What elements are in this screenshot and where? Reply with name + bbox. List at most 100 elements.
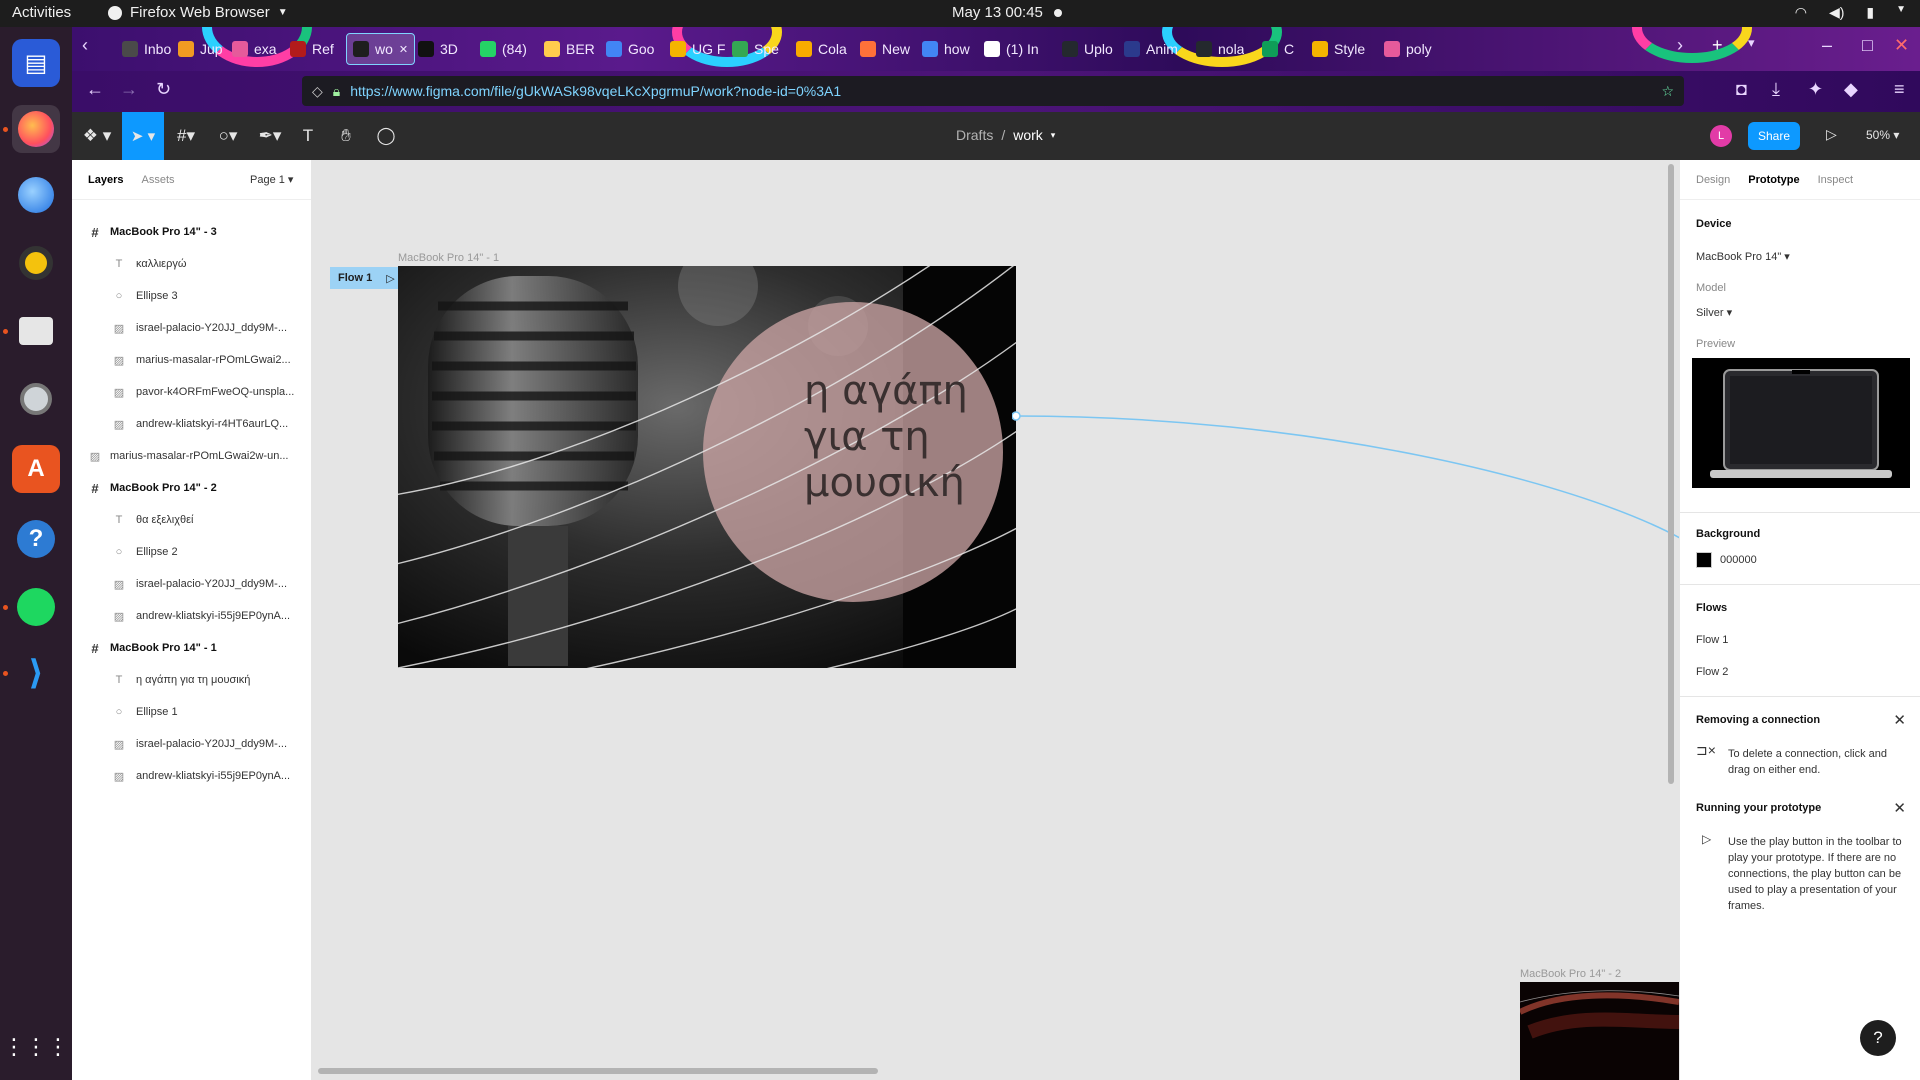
layer-item[interactable]: ○ Ellipse 1: [72, 696, 312, 728]
prototype-connection[interactable]: [1012, 410, 1679, 550]
tab-item[interactable]: UG F: [670, 33, 725, 65]
background-swatch[interactable]: [1696, 552, 1712, 568]
tab-item[interactable]: 3D: [418, 33, 458, 65]
frame-label[interactable]: MacBook Pro 14" - 2: [1520, 968, 1621, 980]
show-apps-icon[interactable]: ⋮⋮⋮: [3, 1023, 69, 1071]
tab-item[interactable]: Jup: [178, 33, 223, 65]
layer-item[interactable]: ▨ pavor-k4ORFmFweOQ-unspla...: [72, 376, 312, 408]
tab-item[interactable]: (84): [480, 33, 527, 65]
play-icon[interactable]: ▷: [386, 272, 394, 285]
device-dropdown[interactable]: MacBook Pro 14" ▾: [1696, 250, 1790, 263]
layer-item[interactable]: Tη αγάπη για τη μουσική: [72, 664, 312, 696]
tab-inspect[interactable]: Inspect: [1818, 174, 1853, 186]
app-menu[interactable]: Firefox Web Browser ▼: [108, 4, 288, 21]
tabs-scroll-right-icon[interactable]: ›: [1677, 35, 1683, 56]
help-icon[interactable]: ?: [12, 515, 60, 563]
forward-icon[interactable]: →: [120, 79, 138, 100]
layer-item[interactable]: ▨ israel-palacio-Y20JJ_ddy9M-...: [72, 728, 312, 760]
avatar[interactable]: L: [1710, 125, 1732, 147]
shield-icon[interactable]: ◇: [312, 83, 323, 100]
comment-tool-button[interactable]: ◯: [368, 112, 404, 160]
layer-item[interactable]: ○ Ellipse 2: [72, 536, 312, 568]
url-text[interactable]: https://www.figma.com/file/gUkWASk98vqeL…: [350, 83, 841, 99]
layer-item[interactable]: ▨ marius-masalar-rPOmLGwai2...: [72, 344, 312, 376]
clock[interactable]: May 13 00:45: [952, 4, 1043, 21]
zoom-dropdown[interactable]: 50% ▾: [1866, 128, 1899, 142]
hand-tool-button[interactable]: ✋︎: [328, 112, 364, 160]
close-window-icon[interactable]: ✕: [1894, 35, 1909, 56]
lock-icon[interactable]: 🔒︎: [333, 83, 340, 100]
horizontal-scrollbar[interactable]: [318, 1068, 878, 1074]
close-tab-icon[interactable]: ✕: [399, 43, 408, 56]
frame-macbook-2[interactable]: [1520, 982, 1679, 1080]
menu-icon[interactable]: ≡: [1894, 79, 1905, 100]
share-button[interactable]: Share: [1748, 122, 1800, 150]
files-icon[interactable]: [12, 307, 60, 355]
page-selector[interactable]: Page 1 ▾: [250, 173, 293, 186]
rhythmbox-icon[interactable]: [12, 239, 60, 287]
tab-item[interactable]: Anim: [1124, 33, 1178, 65]
tab-item[interactable]: Ref: [290, 33, 334, 65]
tab-prototype[interactable]: Prototype: [1748, 174, 1799, 186]
tabs-scroll-left-icon[interactable]: ‹: [82, 35, 88, 56]
activities-button[interactable]: Activities: [12, 4, 71, 21]
spotify-icon[interactable]: [12, 583, 60, 631]
tab-layers[interactable]: Layers: [88, 174, 123, 186]
layer-item[interactable]: ▨ andrew-kliatskyi-r4HT6aurLQ...: [72, 408, 312, 440]
figma-menu-button[interactable]: ❖ ▾: [72, 112, 122, 160]
file-name[interactable]: work: [1013, 127, 1043, 144]
tab-item[interactable]: Style: [1312, 33, 1365, 65]
pen-tool-button[interactable]: ✒▾: [250, 112, 290, 160]
layer-item[interactable]: ▨ marius-masalar-rPOmLGwai2w-un...: [72, 440, 312, 472]
text-tool-button[interactable]: T: [290, 112, 326, 160]
layer-frame[interactable]: # MacBook Pro 14" - 3: [72, 216, 312, 248]
tab-item[interactable]: exa: [232, 33, 277, 65]
maximize-icon[interactable]: □: [1862, 35, 1873, 56]
tab-assets[interactable]: Assets: [141, 174, 174, 186]
layer-item[interactable]: Tκαλλιεργώ: [72, 248, 312, 280]
tab-item[interactable]: Goo: [606, 33, 654, 65]
chevron-down-icon[interactable]: ▾: [1051, 127, 1056, 144]
tab-item[interactable]: Spe: [732, 33, 779, 65]
shape-tool-button[interactable]: ○▾: [208, 112, 248, 160]
tab-item[interactable]: BER: [544, 33, 595, 65]
canvas[interactable]: MacBook Pro 14" - 1 Flow 1 ▷ η αγάπη για…: [312, 160, 1679, 1080]
frame-tool-button[interactable]: #▾: [166, 112, 206, 160]
layer-item[interactable]: ○ Ellipse 3: [72, 280, 312, 312]
frame-macbook-1[interactable]: η αγάπη για τη μουσική: [398, 266, 1016, 668]
vertical-scrollbar[interactable]: [1668, 164, 1674, 784]
layer-item[interactable]: Tθα εξελιχθεί: [72, 504, 312, 536]
present-play-icon[interactable]: ▷: [1826, 126, 1837, 143]
extension-icon-2[interactable]: ◆: [1844, 79, 1858, 100]
extension-icon[interactable]: ✦: [1808, 79, 1823, 100]
bookmark-star-icon[interactable]: ☆: [1661, 83, 1674, 100]
close-icon[interactable]: ✕: [1893, 711, 1906, 729]
tab-item[interactable]: Inbo: [122, 33, 171, 65]
list-tabs-icon[interactable]: ▾: [1748, 35, 1755, 51]
close-icon[interactable]: ✕: [1893, 799, 1906, 817]
layer-frame[interactable]: # MacBook Pro 14" - 2: [72, 472, 312, 504]
downloads-icon[interactable]: ⤓: [1772, 79, 1780, 100]
vscode-icon[interactable]: ⟩: [12, 649, 60, 697]
frame-label[interactable]: MacBook Pro 14" - 1: [398, 252, 499, 264]
tab-item[interactable]: (1) In: [984, 33, 1039, 65]
move-tool-button[interactable]: ➤ ▾: [122, 112, 164, 160]
tab-item[interactable]: nola: [1196, 33, 1244, 65]
writer-icon[interactable]: ▤: [12, 39, 60, 87]
tab-item[interactable]: poly: [1384, 33, 1432, 65]
layer-item[interactable]: ▨ israel-palacio-Y20JJ_ddy9M-...: [72, 312, 312, 344]
firefox-dock-icon[interactable]: [12, 105, 60, 153]
flow-item[interactable]: Flow 1: [1696, 634, 1728, 646]
image-viewer-icon[interactable]: [12, 375, 60, 423]
layer-item[interactable]: ▨ israel-palacio-Y20JJ_ddy9M-...: [72, 568, 312, 600]
help-button[interactable]: ?: [1860, 1020, 1896, 1056]
tab-active[interactable]: wo ✕: [346, 33, 416, 65]
pocket-icon[interactable]: ◘: [1736, 79, 1747, 100]
tab-item[interactable]: Uplo: [1062, 33, 1113, 65]
software-center-icon[interactable]: A: [12, 445, 60, 493]
minimize-icon[interactable]: –: [1822, 35, 1832, 56]
breadcrumb-folder[interactable]: Drafts: [956, 127, 993, 144]
tab-item[interactable]: New: [860, 33, 910, 65]
model-dropdown[interactable]: Silver ▾: [1696, 306, 1732, 319]
tab-item[interactable]: Cola: [796, 33, 847, 65]
